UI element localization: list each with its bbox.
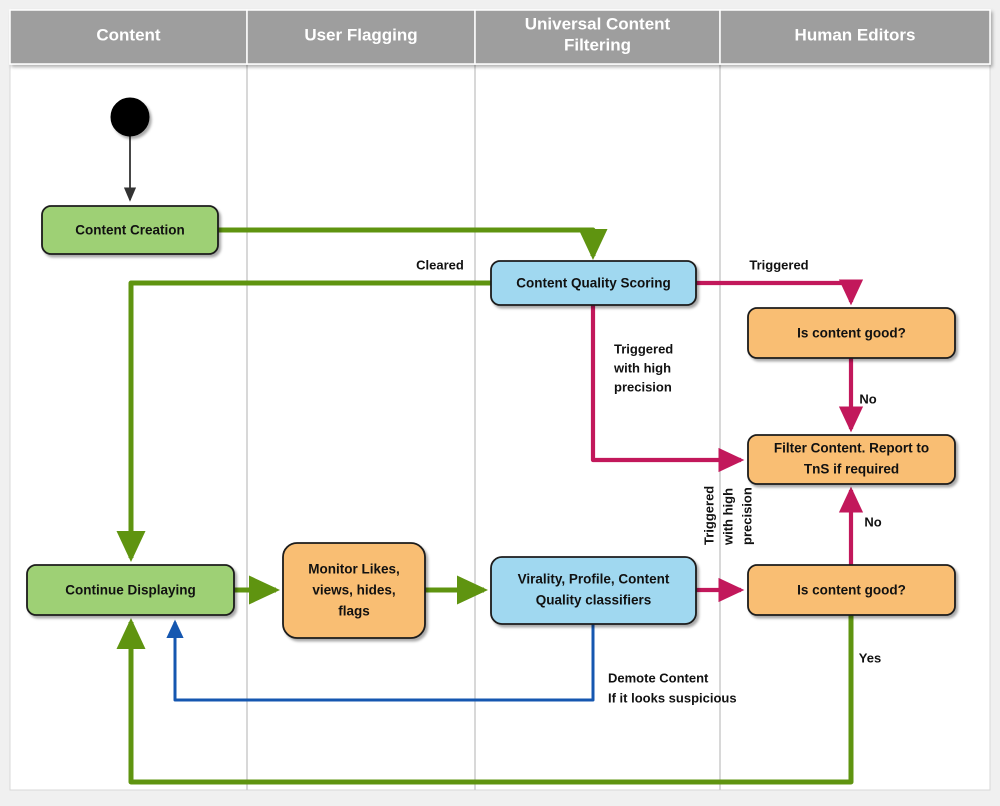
node-is-content-good-bottom[interactable]: Is content good?: [747, 564, 956, 616]
node-monitor-likes-label-line2: views, hides,: [312, 583, 395, 598]
edge-label-cleared: Cleared: [416, 257, 464, 272]
diagram-canvas: Content User Flagging Universal Content …: [0, 0, 1000, 806]
node-monitor-likes-label-line3: flags: [338, 604, 370, 619]
lane-header-label-ucf-line1: Universal Content: [525, 14, 671, 33]
edge-label-virality-high-precision-line1: Triggered: [701, 486, 716, 545]
node-is-content-good-bottom-label: Is content good?: [797, 583, 906, 598]
edge-label-demote-line1: Demote Content: [608, 670, 709, 685]
node-is-content-good-top[interactable]: Is content good?: [747, 307, 956, 359]
node-content-quality-scoring[interactable]: Content Quality Scoring: [490, 260, 697, 306]
edge-label-demote-line2: If it looks suspicious: [608, 690, 737, 705]
node-filter-content-label-line1: Filter Content. Report to: [774, 441, 929, 456]
edge-label-yes: Yes: [859, 650, 881, 665]
lane-header-label-ucf-line2: Filtering: [564, 35, 631, 54]
edge-label-triggered-high-precision-line3: precision: [614, 379, 672, 394]
edge-label-triggered-high-precision-line2: with high: [613, 360, 671, 375]
node-virality-profile-content-quality[interactable]: Virality, Profile, Content Quality class…: [490, 556, 697, 625]
edge-label-triggered: Triggered: [749, 257, 808, 272]
node-filter-content[interactable]: Filter Content. Report to TnS if require…: [747, 434, 956, 485]
node-virality-label-line2: Quality classifiers: [536, 593, 652, 608]
node-is-content-good-top-label: Is content good?: [797, 326, 906, 341]
edge-label-triggered-high-precision-line1: Triggered: [614, 341, 673, 356]
node-monitor-likes-label-line1: Monitor Likes,: [308, 562, 400, 577]
edge-label-no-top: No: [859, 391, 876, 406]
lane-header-label-user-flagging: User Flagging: [304, 25, 417, 44]
edge-label-virality-high-precision-line3: precision: [739, 487, 754, 545]
swimlane-flowchart: Content User Flagging Universal Content …: [0, 0, 1000, 806]
node-continue-displaying-label: Continue Displaying: [65, 583, 196, 598]
node-monitor-likes[interactable]: Monitor Likes, views, hides, flags: [282, 542, 426, 639]
node-continue-displaying[interactable]: Continue Displaying: [26, 564, 235, 616]
edge-label-no-bottom: No: [864, 514, 881, 529]
node-content-creation[interactable]: Content Creation: [41, 205, 219, 255]
node-virality-label-line1: Virality, Profile, Content: [518, 572, 670, 587]
node-virality-shape[interactable]: [490, 556, 697, 625]
node-content-quality-scoring-label: Content Quality Scoring: [516, 276, 671, 291]
lane-header-label-human-editors: Human Editors: [795, 25, 916, 44]
node-filter-content-label-line2: TnS if required: [804, 462, 899, 477]
start-node[interactable]: [110, 97, 150, 137]
lane-header-label-content: Content: [96, 25, 161, 44]
edge-label-virality-high-precision-line2: with high: [720, 488, 735, 546]
node-content-creation-label: Content Creation: [75, 223, 185, 238]
diagram-body: [9, 63, 991, 791]
